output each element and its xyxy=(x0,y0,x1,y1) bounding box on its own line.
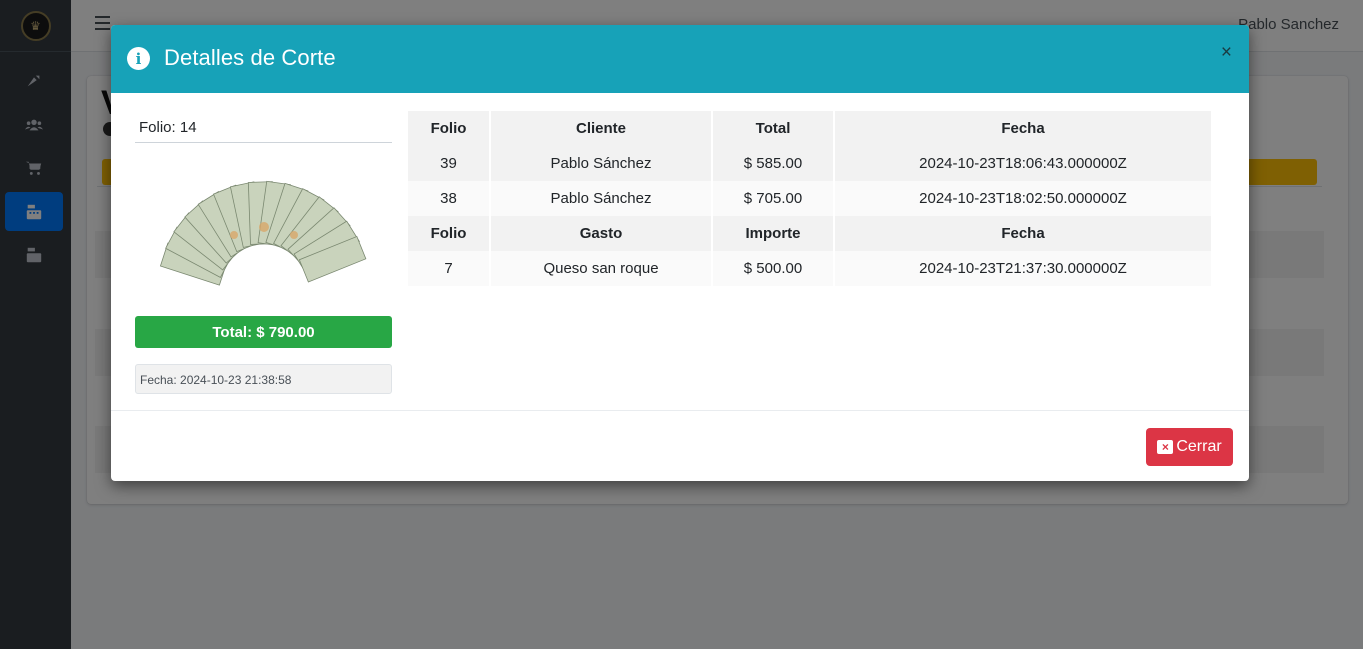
table-cell: 7 xyxy=(408,251,491,286)
table-cell: 2024-10-23T21:37:30.000000Z xyxy=(834,251,1211,286)
table-row: 38 Pablo Sánchez $ 705.00 2024-10-23T18:… xyxy=(408,181,1211,216)
corte-table: Folio Cliente Total Fecha 39 Pablo Sánch… xyxy=(408,111,1211,286)
column-header: Folio xyxy=(408,111,491,146)
table-cell: 38 xyxy=(408,181,491,216)
modal-header: i Detalles de Corte × xyxy=(111,25,1249,93)
column-header: Folio xyxy=(408,216,491,251)
column-header: Fecha xyxy=(834,216,1211,251)
table-cell: Pablo Sánchez xyxy=(490,146,713,181)
window-close-icon: × xyxy=(1157,440,1174,454)
column-header: Fecha xyxy=(834,111,1211,146)
table-cell: $ 585.00 xyxy=(712,146,835,181)
corte-summary: Folio: 14 Total: $ 790.00 Fecha: 2024-10… xyxy=(135,111,392,394)
table-cell: $ 500.00 xyxy=(712,251,835,286)
column-header: Importe xyxy=(712,216,835,251)
table-row: 7 Queso san roque $ 500.00 2024-10-23T21… xyxy=(408,251,1211,286)
table-cell: 39 xyxy=(408,146,491,181)
fecha-field: Fecha: 2024-10-23 21:38:58 xyxy=(135,364,392,394)
modal-title: Detalles de Corte xyxy=(164,45,336,70)
modal-footer: × Cerrar xyxy=(111,410,1249,481)
column-header: Cliente xyxy=(490,111,713,146)
total-badge: Total: $ 790.00 xyxy=(135,316,392,348)
column-header: Total xyxy=(712,111,835,146)
table-row: 39 Pablo Sánchez $ 585.00 2024-10-23T18:… xyxy=(408,146,1211,181)
table-cell: 2024-10-23T18:06:43.000000Z xyxy=(834,146,1211,181)
cerrar-label: Cerrar xyxy=(1176,438,1222,455)
table-header-gastos: Folio Gasto Importe Fecha xyxy=(408,216,1211,251)
info-icon: i xyxy=(127,47,150,70)
table-cell: $ 705.00 xyxy=(712,181,835,216)
column-header: Gasto xyxy=(490,216,713,251)
close-icon[interactable]: × xyxy=(1221,43,1232,62)
folio-label: Folio: 14 xyxy=(135,111,392,143)
table-cell: Queso san roque xyxy=(490,251,713,286)
table-cell: 2024-10-23T18:02:50.000000Z xyxy=(834,181,1211,216)
money-image xyxy=(159,180,367,286)
table-cell: Pablo Sánchez xyxy=(490,181,713,216)
cerrar-button[interactable]: × Cerrar xyxy=(1146,428,1233,466)
corte-details-modal: i Detalles de Corte × Folio: 14 Total: $… xyxy=(111,25,1249,481)
table-header-ventas: Folio Cliente Total Fecha xyxy=(408,111,1211,146)
